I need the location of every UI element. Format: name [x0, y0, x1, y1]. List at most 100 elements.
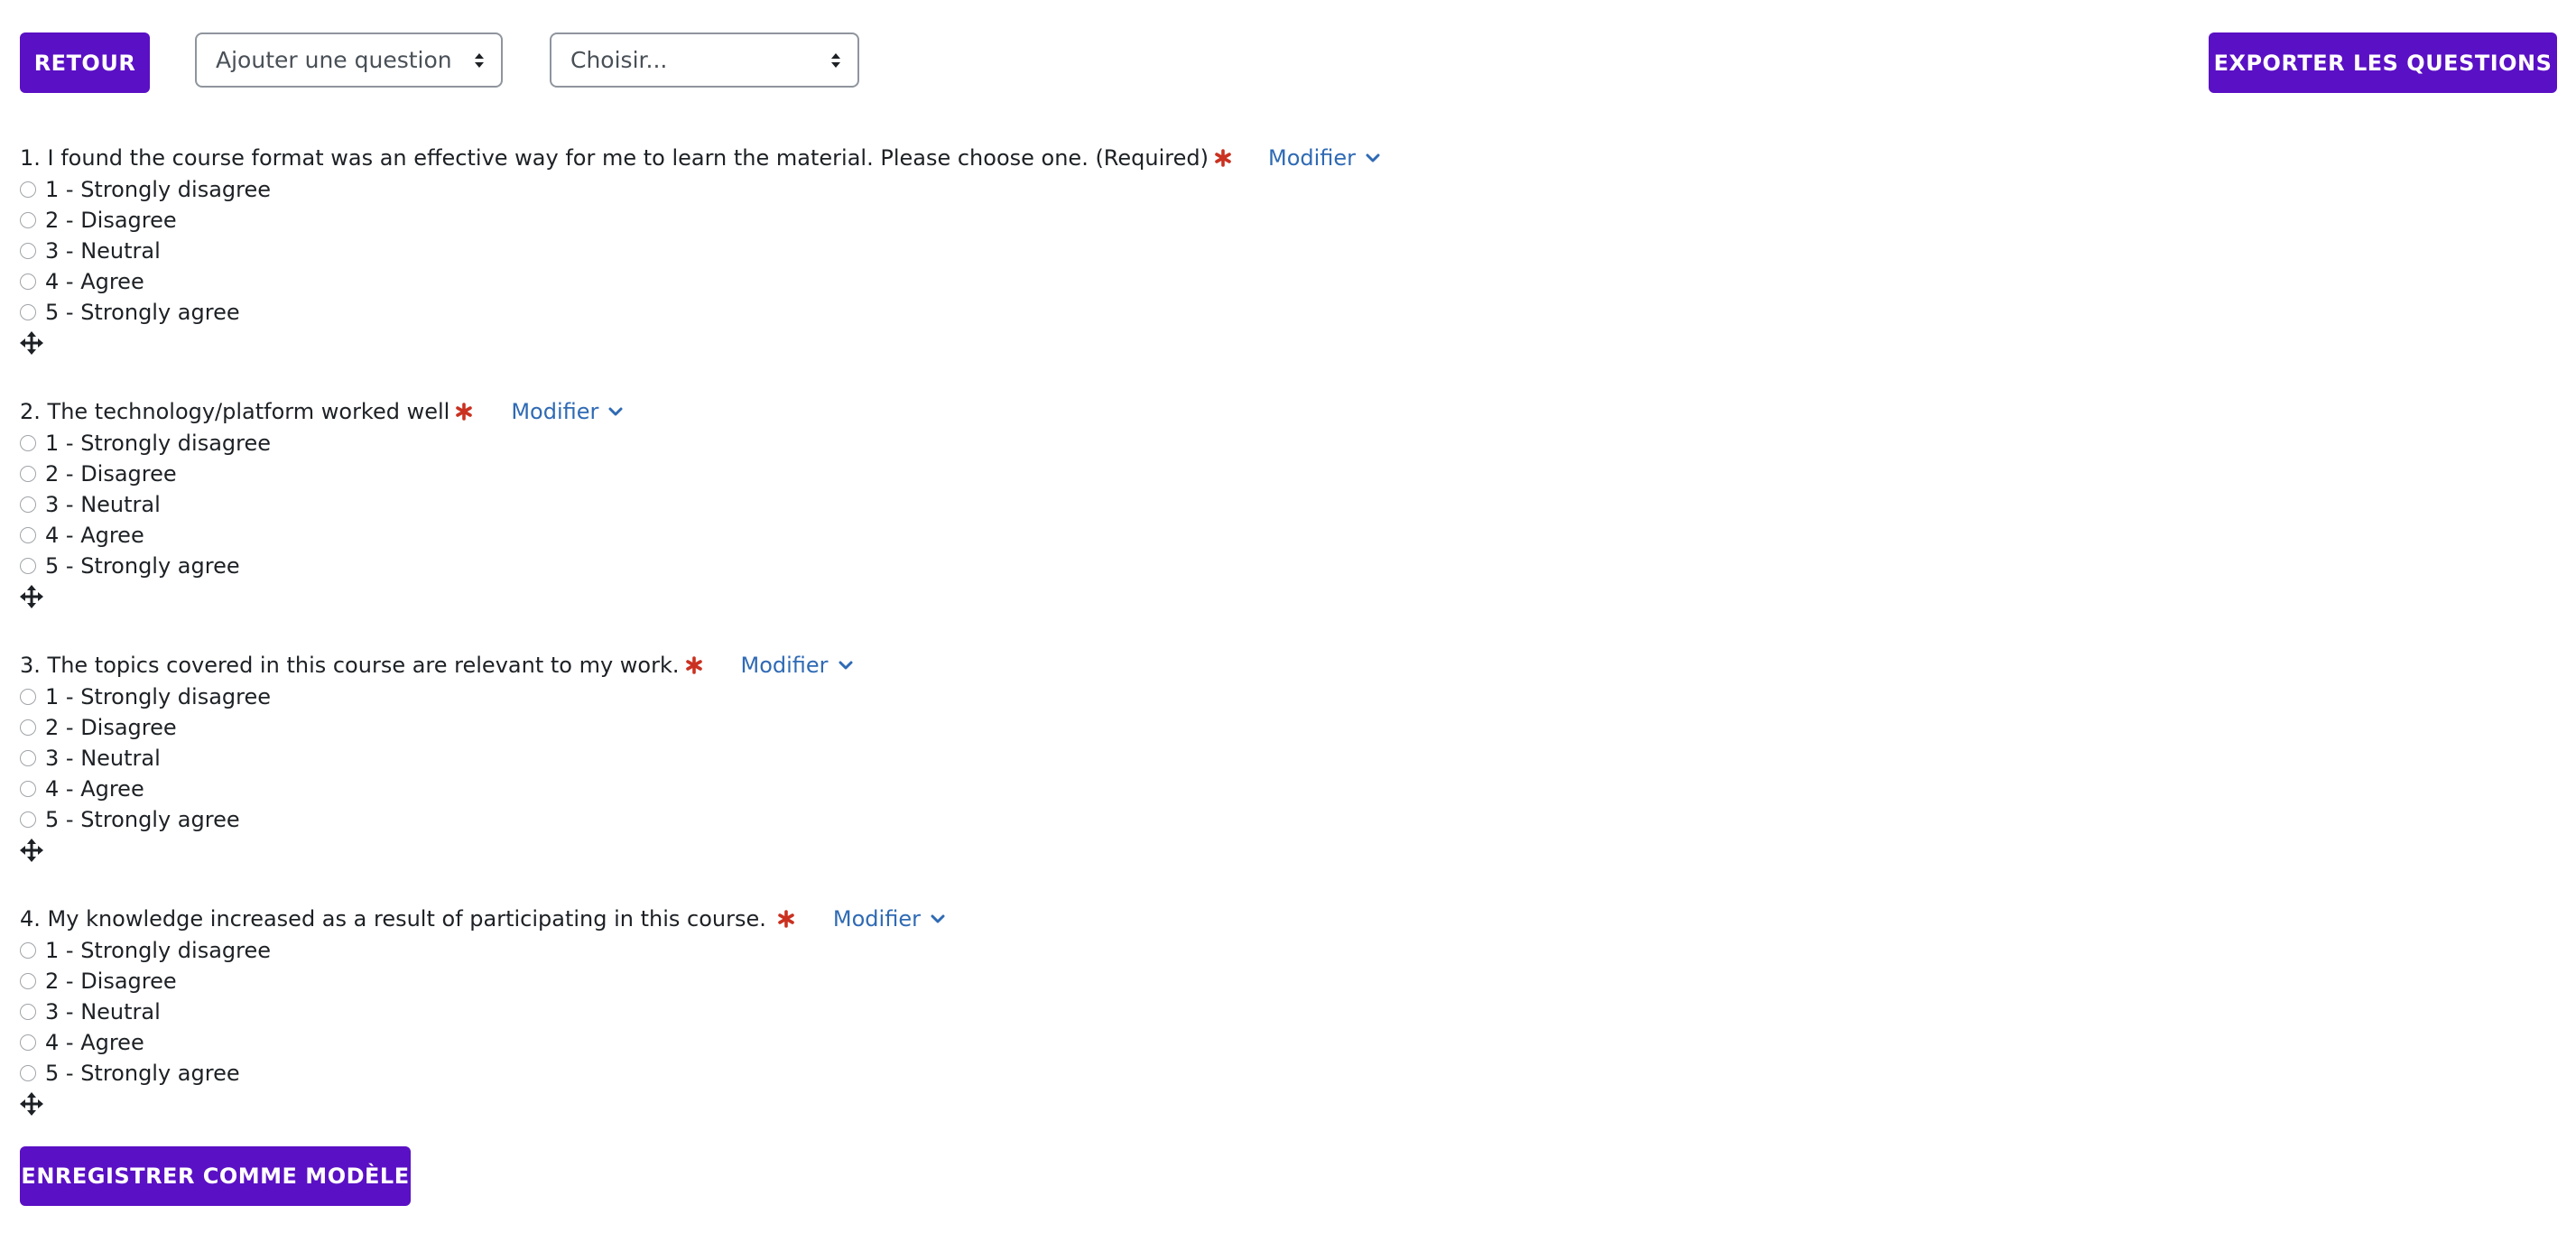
answer-option[interactable]: 5 - Strongly agree [20, 804, 854, 835]
radio-button[interactable] [20, 942, 36, 959]
radio-button[interactable] [20, 181, 36, 198]
modify-label: Modifier [832, 906, 921, 932]
chevron-down-icon [1366, 153, 1380, 162]
answer-option[interactable]: 4 - Agree [20, 520, 624, 551]
answer-option[interactable]: 3 - Neutral [20, 236, 1381, 266]
option-label: 3 - Neutral [45, 238, 161, 264]
chevron-down-icon [839, 661, 853, 670]
radio-button[interactable] [20, 466, 36, 482]
radio-button[interactable] [20, 527, 36, 543]
back-button[interactable]: RETOUR [20, 32, 150, 93]
option-label: 1 - Strongly disagree [45, 684, 272, 709]
chevron-down-icon [931, 914, 945, 923]
answer-options: 1 - Strongly disagree 2 - Disagree 3 - N… [20, 174, 1381, 328]
option-label: 3 - Neutral [45, 746, 161, 771]
choose-select-value: Choisir... [570, 47, 668, 73]
radio-button[interactable] [20, 304, 36, 320]
radio-button[interactable] [20, 273, 36, 290]
question-title-row: 3. The topics covered in this course are… [20, 649, 854, 681]
modify-label: Modifier [740, 653, 829, 678]
asterisk-icon [777, 910, 795, 928]
modify-label: Modifier [511, 399, 599, 424]
asterisk-icon [685, 656, 703, 674]
answer-option[interactable]: 1 - Strongly disagree [20, 428, 624, 459]
question-title: 2. The technology/platform worked well [20, 399, 450, 424]
answer-option[interactable]: 2 - Disagree [20, 459, 624, 489]
radio-button[interactable] [20, 973, 36, 989]
question-title-row: 1. I found the course format was an effe… [20, 142, 1381, 174]
radio-button[interactable] [20, 781, 36, 797]
radio-button[interactable] [20, 811, 36, 828]
modify-menu[interactable]: Modifier [1268, 145, 1381, 171]
save-as-template-button[interactable]: ENREGISTRER COMME MODÈLE [20, 1146, 411, 1206]
answer-option[interactable]: 4 - Agree [20, 774, 854, 804]
add-question-select[interactable]: Ajouter une question [195, 32, 503, 88]
modify-menu[interactable]: Modifier [511, 399, 624, 424]
answer-option[interactable]: 3 - Neutral [20, 997, 946, 1027]
option-label: 5 - Strongly agree [45, 807, 240, 832]
add-question-select-value: Ajouter une question [216, 47, 452, 73]
radio-button[interactable] [20, 243, 36, 259]
option-label: 5 - Strongly agree [45, 300, 240, 325]
modify-menu[interactable]: Modifier [741, 653, 854, 678]
select-caret-icon [831, 52, 840, 68]
answer-option[interactable]: 2 - Disagree [20, 205, 1381, 236]
modify-menu[interactable]: Modifier [833, 906, 946, 932]
question-title: 1. I found the course format was an effe… [20, 145, 1209, 171]
select-caret-icon [475, 52, 484, 68]
option-label: 1 - Strongly disagree [45, 938, 272, 963]
question-block: 4. My knowledge increased as a result of… [20, 903, 946, 1119]
option-label: 4 - Agree [45, 269, 144, 294]
question-title-row: 4. My knowledge increased as a result of… [20, 903, 946, 935]
modify-label: Modifier [1268, 145, 1357, 171]
asterisk-icon [455, 403, 473, 421]
chevron-down-icon [608, 407, 623, 416]
option-label: 4 - Agree [45, 776, 144, 802]
option-label: 2 - Disagree [45, 461, 177, 487]
option-label: 3 - Neutral [45, 492, 161, 517]
question-block: 2. The technology/platform worked well M… [20, 395, 624, 612]
move-icon[interactable] [20, 839, 43, 862]
radio-button[interactable] [20, 558, 36, 574]
radio-button[interactable] [20, 435, 36, 451]
question-block: 3. The topics covered in this course are… [20, 649, 854, 866]
asterisk-icon [1214, 149, 1232, 167]
option-label: 1 - Strongly disagree [45, 177, 272, 202]
option-label: 2 - Disagree [45, 208, 177, 233]
answer-option[interactable]: 5 - Strongly agree [20, 1058, 946, 1089]
option-label: 5 - Strongly agree [45, 553, 240, 579]
answer-option[interactable]: 1 - Strongly disagree [20, 935, 946, 966]
radio-button[interactable] [20, 750, 36, 766]
answer-options: 1 - Strongly disagree 2 - Disagree 3 - N… [20, 935, 946, 1089]
choose-select[interactable]: Choisir... [550, 32, 859, 88]
option-label: 1 - Strongly disagree [45, 431, 272, 456]
answer-option[interactable]: 1 - Strongly disagree [20, 681, 854, 712]
answer-option[interactable]: 4 - Agree [20, 1027, 946, 1058]
question-title-row: 2. The technology/platform worked well M… [20, 395, 624, 428]
move-icon[interactable] [20, 331, 43, 355]
answer-option[interactable]: 5 - Strongly agree [20, 551, 624, 581]
option-label: 4 - Agree [45, 523, 144, 548]
answer-option[interactable]: 4 - Agree [20, 266, 1381, 297]
radio-button[interactable] [20, 496, 36, 513]
radio-button[interactable] [20, 1034, 36, 1051]
radio-button[interactable] [20, 719, 36, 736]
radio-button[interactable] [20, 212, 36, 228]
option-label: 4 - Agree [45, 1030, 144, 1055]
answer-option[interactable]: 3 - Neutral [20, 743, 854, 774]
option-label: 5 - Strongly agree [45, 1061, 240, 1086]
radio-button[interactable] [20, 1065, 36, 1081]
answer-option[interactable]: 1 - Strongly disagree [20, 174, 1381, 205]
answer-option[interactable]: 2 - Disagree [20, 966, 946, 997]
question-block: 1. I found the course format was an effe… [20, 142, 1381, 358]
radio-button[interactable] [20, 1004, 36, 1020]
answer-option[interactable]: 2 - Disagree [20, 712, 854, 743]
answer-option[interactable]: 5 - Strongly agree [20, 297, 1381, 328]
question-title: 4. My knowledge increased as a result of… [20, 906, 766, 932]
export-questions-button[interactable]: EXPORTER LES QUESTIONS [2209, 32, 2557, 93]
radio-button[interactable] [20, 689, 36, 705]
answer-option[interactable]: 3 - Neutral [20, 489, 624, 520]
option-label: 3 - Neutral [45, 999, 161, 1024]
move-icon[interactable] [20, 1092, 43, 1116]
move-icon[interactable] [20, 585, 43, 608]
